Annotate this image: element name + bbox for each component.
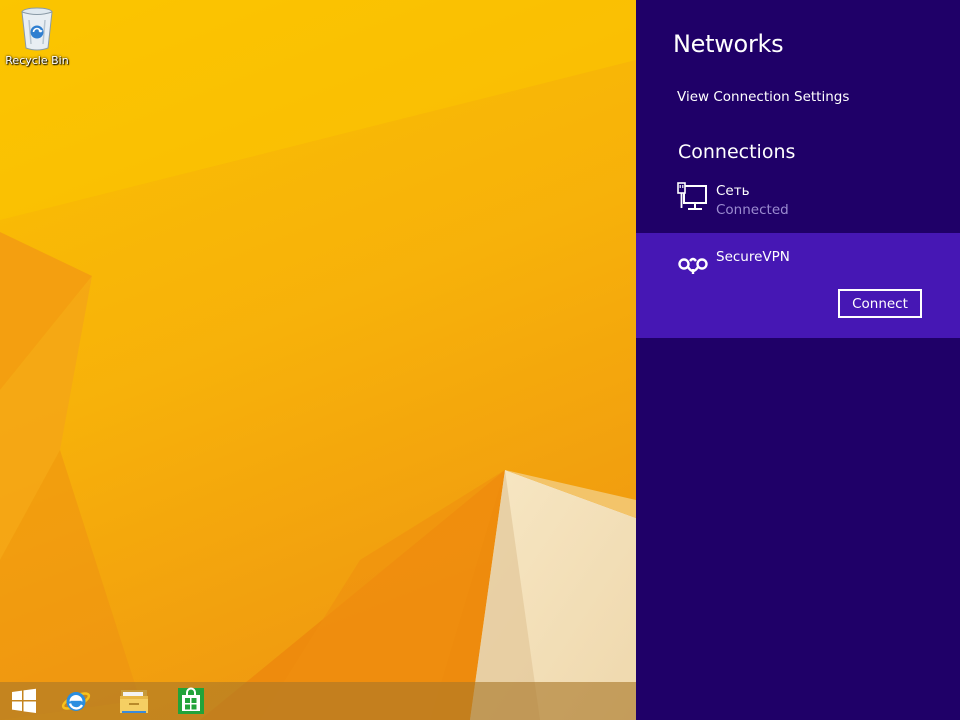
- taskbar-file-explorer-button[interactable]: [110, 682, 158, 720]
- desktop-icon-recycle-bin[interactable]: Recycle Bin: [4, 6, 70, 67]
- connection-name: SecureVPN: [716, 249, 790, 265]
- store-bag-icon: [178, 687, 204, 714]
- taskbar: [0, 682, 636, 720]
- panel-title: Networks: [673, 30, 784, 58]
- desktop-wallpaper: [0, 0, 636, 720]
- networks-panel: Networks View Connection Settings Connec…: [636, 0, 960, 720]
- connection-name: Сеть: [716, 183, 750, 199]
- windows-logo-icon: [12, 688, 36, 713]
- wired-network-icon: [677, 182, 707, 210]
- desktop-screen: Recycle Bin Networks View Connection Set…: [0, 0, 960, 720]
- connection-item-vpn[interactable]: SecureVPN Connect: [636, 233, 960, 338]
- connect-button[interactable]: Connect: [838, 289, 922, 318]
- start-button[interactable]: [0, 682, 48, 720]
- vpn-icon: [678, 257, 708, 274]
- taskbar-internet-explorer-button[interactable]: [52, 682, 100, 720]
- recycle-bin-icon: [21, 7, 53, 51]
- folder-icon: [120, 690, 148, 713]
- connection-status: Connected: [716, 202, 789, 218]
- internet-explorer-icon: [61, 692, 91, 711]
- recycle-bin-label: Recycle Bin: [5, 54, 69, 67]
- connections-heading: Connections: [678, 141, 796, 163]
- view-connection-settings-link[interactable]: View Connection Settings: [677, 89, 849, 105]
- connection-item-ethernet[interactable]: Сеть Connected: [636, 176, 960, 232]
- taskbar-store-button[interactable]: [167, 682, 215, 720]
